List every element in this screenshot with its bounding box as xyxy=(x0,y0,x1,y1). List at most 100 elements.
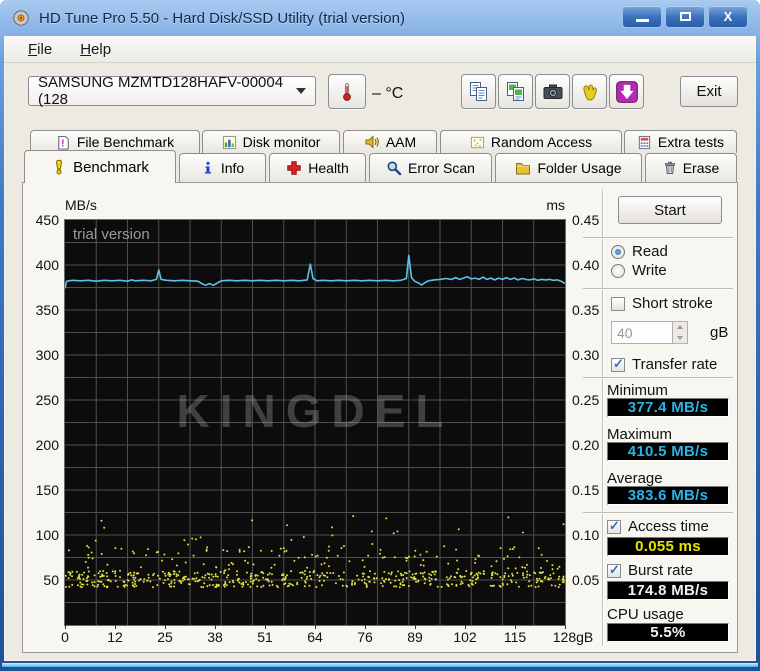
temperature-button[interactable] xyxy=(328,74,366,109)
separator xyxy=(583,512,733,513)
hand-button[interactable] xyxy=(572,74,607,109)
close-button[interactable]: X xyxy=(708,5,748,28)
menu-file[interactable]: File xyxy=(28,41,52,58)
tab-folder-usage[interactable]: Folder Usage xyxy=(495,153,642,182)
benchmark-exclamation-icon xyxy=(56,159,63,175)
read-radio[interactable]: Read xyxy=(611,243,668,260)
tab-disk-monitor[interactable]: Disk monitor xyxy=(202,130,340,153)
speaker-icon xyxy=(365,135,379,149)
info-icon xyxy=(204,161,211,174)
short-stroke-checkbox-box[interactable] xyxy=(611,296,625,311)
y-axis-tick-left: 250 xyxy=(35,392,59,408)
toolbar: SAMSUNG MZMTD128HAFV-00004 (128 – °C Exi… xyxy=(4,63,756,121)
y-axis-tick-left: 50 xyxy=(43,572,59,588)
tab-random-access[interactable]: Random Access xyxy=(440,130,622,153)
drive-select-value: SAMSUNG MZMTD128HAFV-00004 (128 xyxy=(38,74,284,108)
short-stroke-input[interactable] xyxy=(611,321,673,344)
burst-rate-checkbox[interactable]: Burst rate xyxy=(607,562,693,579)
client-area: File Help SAMSUNG MZMTD128HAFV-00004 (12… xyxy=(4,36,756,661)
file-benchmark-icon: ! xyxy=(58,135,69,149)
benchmark-page: MB/s ms trial version KINGDEL 450 400 350 30… xyxy=(22,182,738,653)
start-button[interactable]: Start xyxy=(618,196,722,224)
y-axis-tick-left: 150 xyxy=(35,482,59,498)
y-axis-tick-left: 400 xyxy=(35,257,59,273)
x-axis-tick: 76 xyxy=(357,629,373,645)
maximum-value: 410.5 MB/s xyxy=(607,442,729,461)
separator xyxy=(583,288,733,289)
x-axis-tickmark xyxy=(465,625,466,629)
health-cross-icon xyxy=(287,161,301,175)
benchmark-plot: trial version KINGDEL xyxy=(64,219,566,626)
burst-rate-checkbox-box[interactable] xyxy=(607,562,621,578)
menu-help[interactable]: Help xyxy=(80,41,111,58)
close-icon: X xyxy=(723,9,733,24)
tab-info[interactable]: Info xyxy=(179,153,266,182)
x-axis-tickmark xyxy=(165,625,166,629)
trial-version-watermark: trial version xyxy=(73,226,150,243)
app-window: HD Tune Pro 5.50 - Hard Disk/SSD Utility… xyxy=(0,0,760,671)
transfer-rate-checkbox[interactable]: Transfer rate xyxy=(611,356,717,373)
brand-watermark: KINGDEL xyxy=(177,385,454,437)
copy-text-icon xyxy=(469,81,487,101)
trash-icon xyxy=(664,161,675,175)
tab-erase[interactable]: Erase xyxy=(645,153,737,182)
x-axis-tick: 102 xyxy=(453,629,477,645)
transfer-rate-checkbox-box[interactable] xyxy=(611,356,625,372)
extra-tests-icon xyxy=(638,135,651,149)
magnifier-icon xyxy=(387,161,402,176)
maximize-button[interactable] xyxy=(665,5,705,28)
title-bar: HD Tune Pro 5.50 - Hard Disk/SSD Utility… xyxy=(0,0,760,36)
x-axis-tick: 25 xyxy=(157,629,173,645)
minimize-button[interactable] xyxy=(622,5,662,28)
copy-image-icon xyxy=(506,81,524,101)
read-radio-circle[interactable] xyxy=(611,244,625,259)
screenshot-button[interactable] xyxy=(535,74,570,109)
separator xyxy=(583,237,733,238)
window-controls: X xyxy=(622,5,748,28)
camera-icon xyxy=(543,84,562,99)
random-access-icon xyxy=(470,136,484,148)
short-stroke-checkbox[interactable]: Short stroke xyxy=(611,295,713,312)
write-radio[interactable]: Write xyxy=(611,262,667,279)
y-axis-tick-left: 100 xyxy=(35,527,59,543)
access-time-checkbox[interactable]: Access time xyxy=(607,518,709,535)
tab-extra-tests[interactable]: Extra tests xyxy=(624,130,737,153)
y-axis-tick-left: 350 xyxy=(35,302,59,318)
disk-monitor-icon xyxy=(222,135,236,149)
menu-bar: File Help xyxy=(4,36,756,63)
tab-aam[interactable]: AAM xyxy=(343,130,437,153)
minimum-label: Minimum xyxy=(607,382,668,399)
x-axis-tickmark xyxy=(65,625,66,629)
short-stroke-stepper[interactable] xyxy=(673,321,688,344)
left-axis-unit: MB/s xyxy=(65,197,97,213)
copy-image-button[interactable] xyxy=(498,74,533,109)
drive-select[interactable]: SAMSUNG MZMTD128HAFV-00004 (128 xyxy=(28,74,316,108)
download-arrow-icon xyxy=(615,80,638,103)
tab-health[interactable]: Health xyxy=(269,153,366,182)
step-down-icon xyxy=(677,335,683,340)
y-axis-tick-left: 450 xyxy=(35,212,59,228)
right-axis-unit: ms xyxy=(546,197,565,213)
tab-error-scan[interactable]: Error Scan xyxy=(369,153,492,182)
short-stroke-unit: gB xyxy=(710,324,729,341)
x-axis-tickmark xyxy=(365,625,366,629)
maximum-label: Maximum xyxy=(607,426,673,443)
access-time-checkbox-box[interactable] xyxy=(607,518,621,534)
svg-text:!: ! xyxy=(61,138,64,149)
minimum-value: 377.4 MB/s xyxy=(607,398,729,417)
exit-button[interactable]: Exit xyxy=(680,76,738,107)
download-button[interactable] xyxy=(609,74,644,109)
step-up-icon xyxy=(677,325,683,330)
maximize-icon xyxy=(679,12,691,21)
separator xyxy=(583,377,733,378)
x-axis-tick: 0 xyxy=(61,629,69,645)
app-disk-icon xyxy=(13,10,29,26)
benchmark-plot-svg: trial version KINGDEL xyxy=(64,220,566,625)
tab-benchmark[interactable]: Benchmark xyxy=(24,150,176,183)
x-axis-tick: 38 xyxy=(207,629,223,645)
write-radio-circle[interactable] xyxy=(611,263,625,278)
cpu-usage-label: CPU usage xyxy=(607,606,684,623)
copy-text-button[interactable] xyxy=(461,74,496,109)
temperature-value: – °C xyxy=(372,85,404,102)
average-label: Average xyxy=(607,470,663,487)
